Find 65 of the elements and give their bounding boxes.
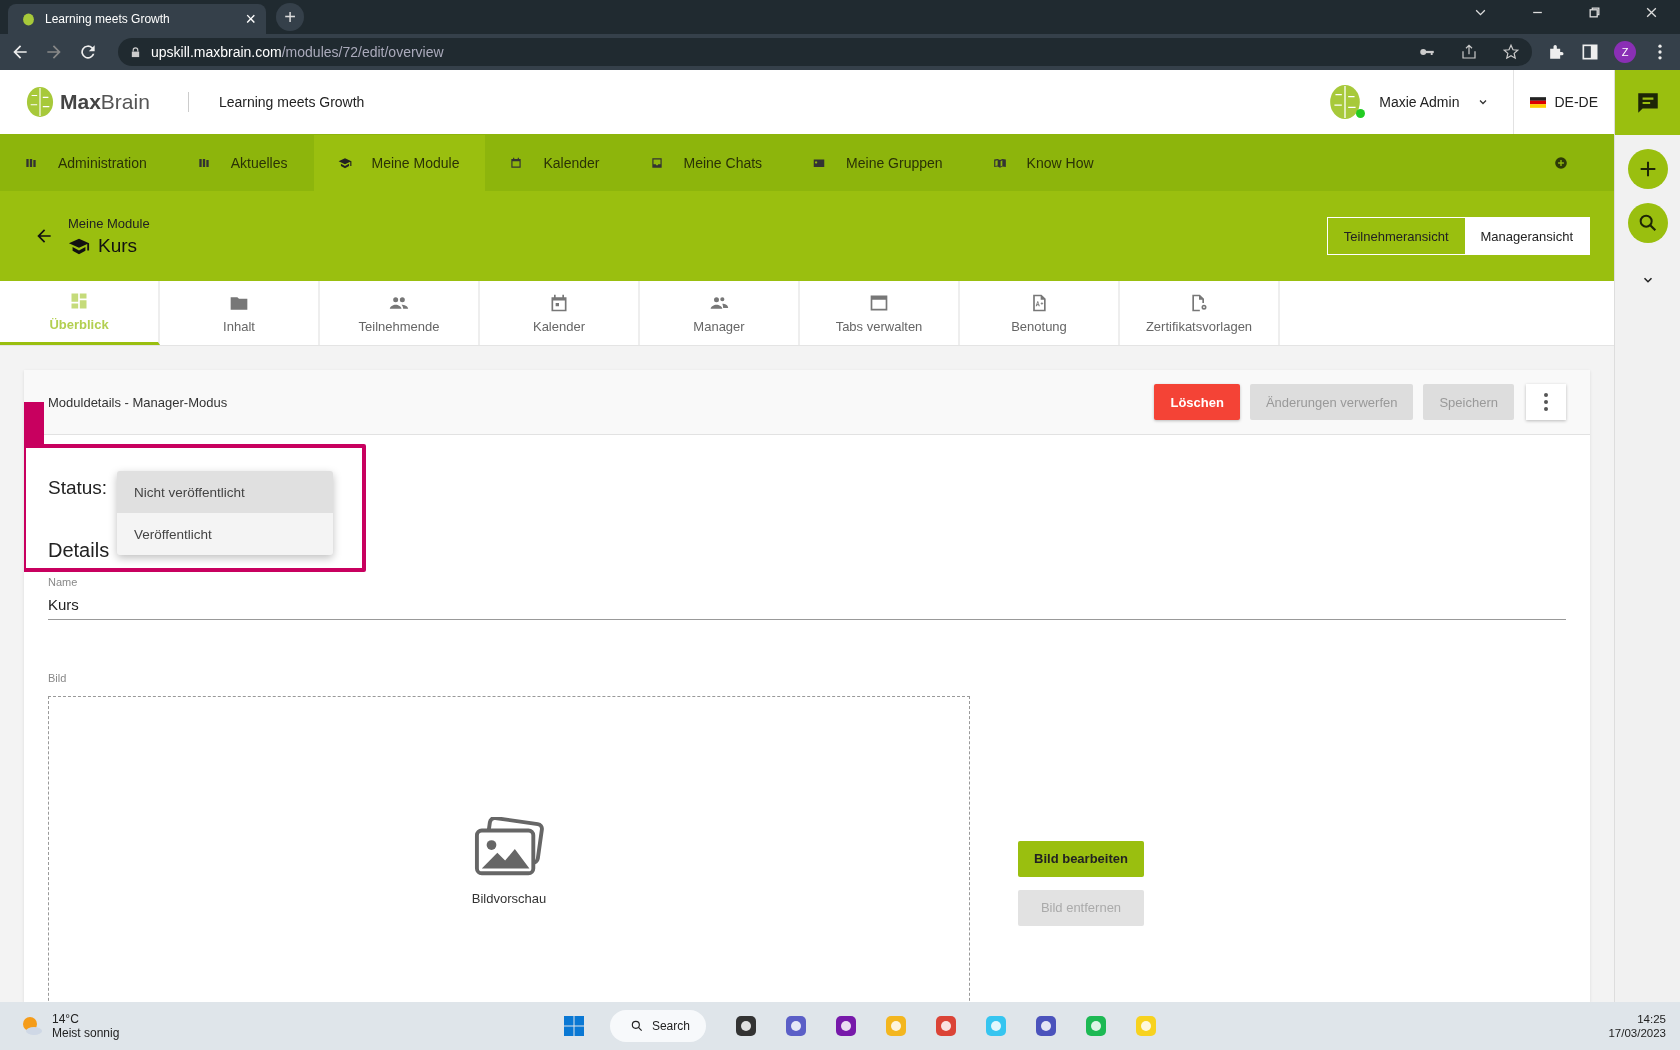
user-menu[interactable]: Maxie Admin: [1379, 94, 1460, 110]
temperature: 14°C: [52, 1012, 80, 1026]
brain-avatar-icon: [1329, 84, 1362, 120]
highlight-marker: [24, 402, 44, 446]
menu-option[interactable]: Nicht veröffentlicht: [117, 471, 333, 513]
calendar-icon: [549, 292, 569, 313]
side-panel-icon[interactable]: [1580, 42, 1600, 62]
document-gear-icon: [1189, 292, 1209, 313]
bar-chart-icon: [196, 156, 211, 170]
more-vertical-icon: [1544, 393, 1548, 411]
nav-item[interactable]: Meine Chats: [625, 135, 789, 191]
add-circle-icon[interactable]: [1554, 156, 1568, 170]
brand-name: MaxBrain: [60, 90, 150, 114]
more-options-button[interactable]: [1526, 384, 1566, 420]
bar-chart-icon: [24, 156, 38, 170]
nav-item[interactable]: Administration: [0, 135, 173, 191]
menu-option[interactable]: Veröffentlicht: [117, 513, 333, 555]
calendar-icon: [509, 156, 524, 170]
brain-logo-icon: [26, 86, 54, 118]
star-icon[interactable]: [1502, 43, 1520, 61]
book-icon: [992, 156, 1007, 170]
share-icon[interactable]: [1460, 43, 1478, 61]
profile-avatar[interactable]: Z: [1614, 41, 1636, 63]
nav-item[interactable]: Know How: [968, 135, 1120, 191]
view-toggle-button[interactable]: Manageransicht: [1464, 218, 1589, 254]
dashboard-icon: [69, 291, 89, 311]
close-tab-button[interactable]: ×: [245, 10, 256, 28]
card-title: Moduldetails - Manager-Modus: [48, 394, 228, 410]
nav-item[interactable]: Meine Module: [313, 135, 486, 191]
restore-icon[interactable]: [1588, 5, 1601, 19]
sun-cloud-icon: [20, 1014, 44, 1038]
clock-time: 14:25: [1637, 1013, 1666, 1025]
name-field[interactable]: Name Kurs: [48, 576, 1566, 620]
nav-item[interactable]: Meine Gruppen: [788, 135, 969, 191]
reload-icon[interactable]: [78, 42, 98, 62]
chat-panel-button[interactable]: [1615, 70, 1680, 135]
address-field[interactable]: upskill.maxbrain.com/modules/72/edit/overview: [118, 38, 1532, 66]
nav-item[interactable]: Kalender: [485, 135, 626, 191]
clock-date: 17/03/2023: [1608, 1027, 1666, 1039]
delete-button[interactable]: Löschen: [1154, 384, 1240, 420]
image-button[interactable]: Bild bearbeiten: [1018, 840, 1144, 877]
field-label: Bild: [48, 672, 68, 684]
weather-text: Meist sonnig: [52, 1026, 120, 1040]
inbox-icon: [649, 156, 664, 170]
section-heading: Details: [48, 539, 111, 562]
tagline: Learning meets Growth: [218, 94, 365, 110]
tab-title: Learning meets Growth: [45, 12, 171, 26]
windows-logo-icon[interactable]: [561, 1014, 586, 1038]
breadcrumb-link[interactable]: Meine Module: [68, 215, 150, 231]
taskbar-search[interactable]: Search: [609, 1010, 706, 1042]
search-icon: [629, 1019, 644, 1033]
image-caption: Bildvorschau: [471, 890, 547, 906]
flag-icon: [1530, 96, 1547, 108]
graduation-cap-icon: [337, 156, 352, 170]
close-icon[interactable]: [1645, 5, 1658, 19]
add-button[interactable]: [1627, 149, 1668, 189]
new-tab-button[interactable]: +: [276, 3, 304, 31]
page-title: Kurs: [98, 234, 138, 257]
nav-item[interactable]: Aktuelles: [172, 135, 314, 191]
status-label: Status:: [48, 477, 108, 499]
language-selector[interactable]: DE-DE: [1554, 94, 1598, 110]
image-stack-icon: [474, 816, 544, 877]
lock-icon: [130, 46, 141, 58]
search-button[interactable]: [1627, 203, 1668, 243]
browser-tab[interactable]: Learning meets Growth ×: [8, 4, 266, 34]
